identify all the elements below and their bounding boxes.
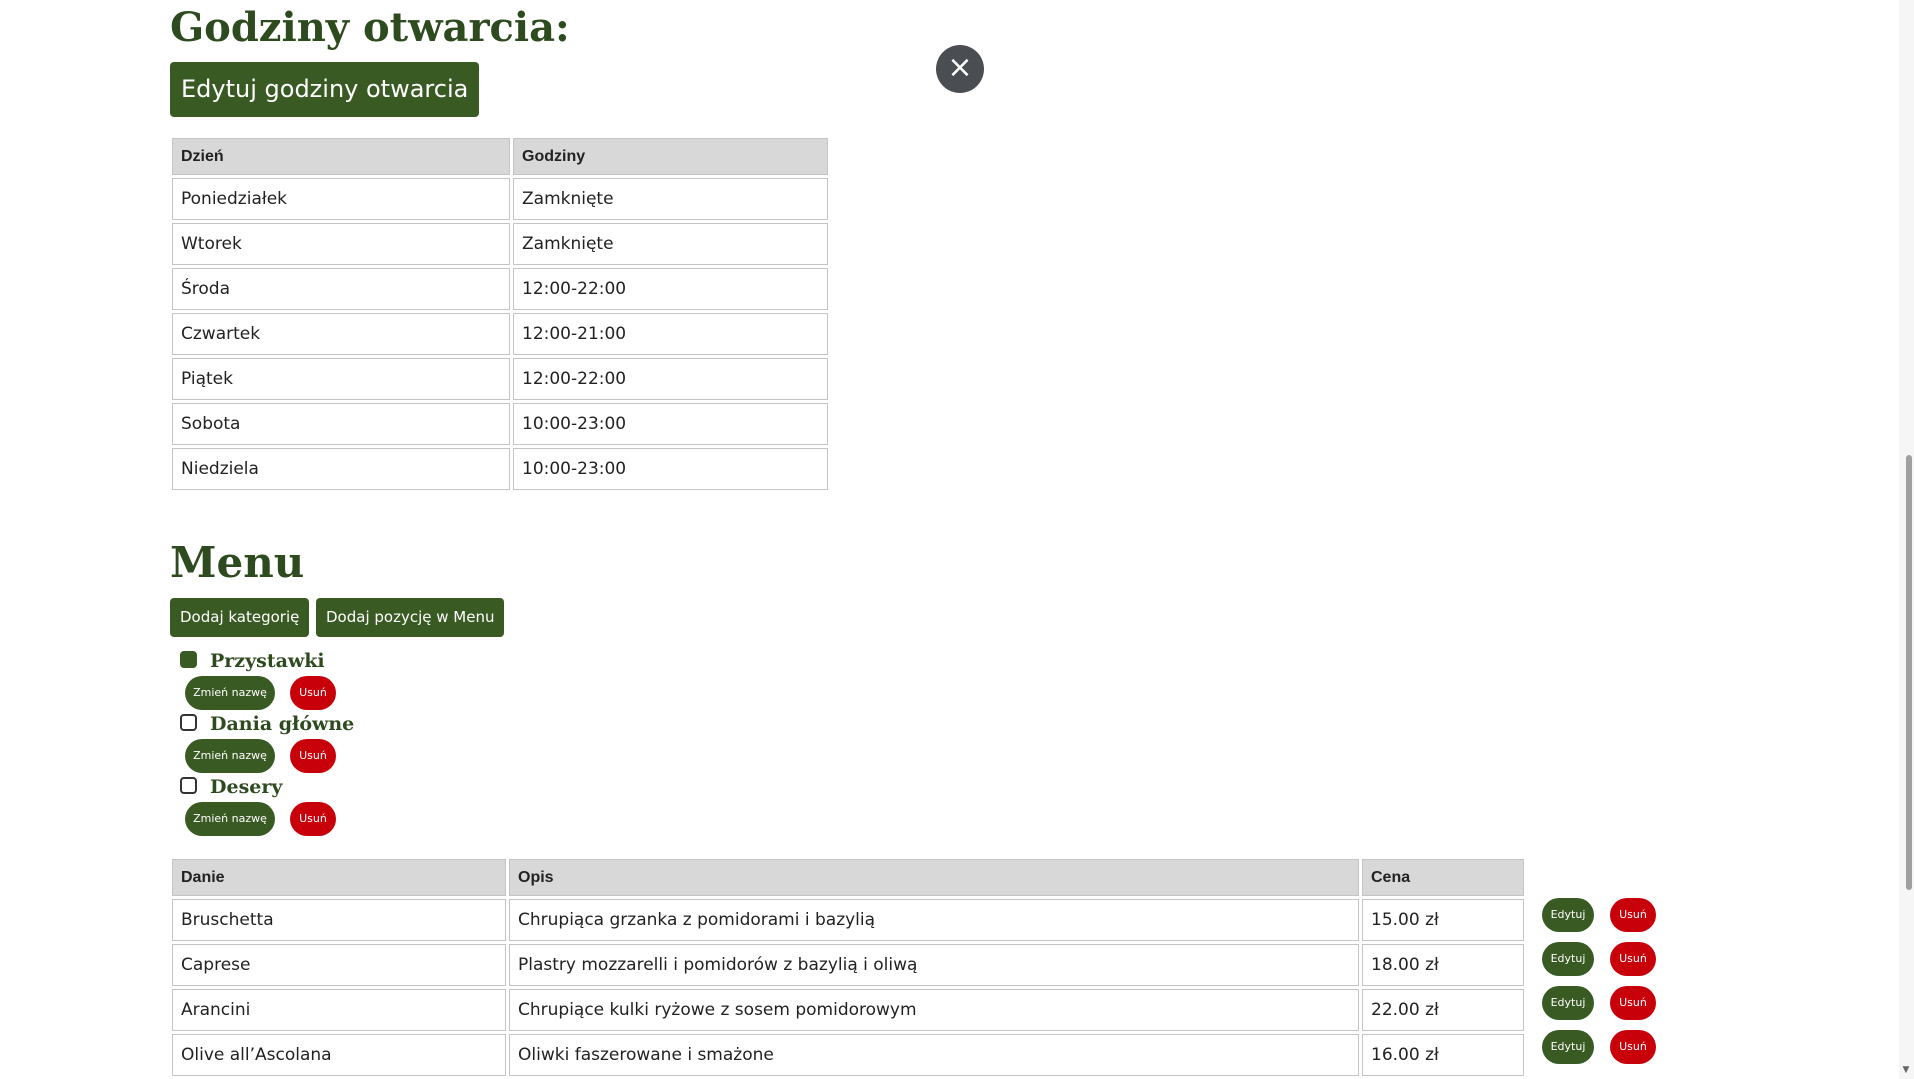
- delete-item-button[interactable]: Usuń: [1610, 1030, 1656, 1064]
- scroll-down-arrow-icon[interactable]: ▼: [1901, 1065, 1911, 1075]
- hours-cell: 10:00-23:00: [513, 403, 828, 445]
- category-checkbox[interactable]: [180, 651, 197, 668]
- hours-cell: Zamknięte: [513, 223, 828, 265]
- dish-desc-cell: Chrupiące kulki ryżowe z sosem pomidorow…: [509, 989, 1359, 1031]
- close-button[interactable]: ×: [936, 45, 984, 93]
- table-row: Bruschetta Chrupiąca grzanka z pomidorami…: [172, 899, 1524, 941]
- dish-name-cell: Bruschetta: [172, 899, 506, 941]
- edit-item-button[interactable]: Edytuj: [1542, 986, 1594, 1020]
- dish-price-cell: 18.00 zł: [1362, 944, 1524, 986]
- dish-price-cell: 22.00 zł: [1362, 989, 1524, 1031]
- day-cell: Niedziela: [172, 448, 510, 490]
- rename-category-button[interactable]: Zmień nazwę: [185, 802, 275, 836]
- menu-title: Menu: [170, 538, 305, 587]
- day-cell: Poniedziałek: [172, 178, 510, 220]
- hours-row: Poniedziałek Zamknięte: [172, 178, 828, 220]
- rename-category-button[interactable]: Zmień nazwę: [185, 739, 275, 773]
- table-row: Arancini Chrupiące kulki ryżowe z sosem p…: [172, 989, 1524, 1031]
- category-checkbox[interactable]: [180, 714, 197, 731]
- add-category-button[interactable]: Dodaj kategorię: [170, 598, 310, 637]
- add-menu-item-button[interactable]: Dodaj pozycję w Menu: [316, 598, 505, 637]
- close-icon: ×: [947, 50, 973, 85]
- dish-desc-cell: Oliwki faszerowane i smażone: [509, 1034, 1359, 1076]
- dish-desc-cell: Chrupiąca grzanka z pomidorami i bazylią: [509, 899, 1359, 941]
- day-cell: Czwartek: [172, 313, 510, 355]
- hours-row: Piątek 12:00-22:00: [172, 358, 828, 400]
- category-label: Dania główne: [210, 713, 355, 735]
- dish-price-cell: 15.00 zł: [1362, 899, 1524, 941]
- hours-title: Godziny otwarcia:: [170, 4, 570, 51]
- edit-item-button[interactable]: Edytuj: [1542, 1030, 1594, 1064]
- category-checkbox[interactable]: [180, 777, 197, 794]
- rename-category-button[interactable]: Zmień nazwę: [185, 676, 275, 710]
- menu-header-price: Cena: [1362, 859, 1524, 896]
- edit-item-button[interactable]: Edytuj: [1542, 942, 1594, 976]
- day-cell: Wtorek: [172, 223, 510, 265]
- scrollbar-thumb[interactable]: [1906, 455, 1912, 890]
- delete-item-button[interactable]: Usuń: [1610, 986, 1656, 1020]
- hours-row: Sobota 10:00-23:00: [172, 403, 828, 445]
- hours-cell: 12:00-22:00: [513, 358, 828, 400]
- delete-category-button[interactable]: Usuń: [290, 739, 336, 773]
- day-cell: Środa: [172, 268, 510, 310]
- edit-hours-button[interactable]: Edytuj godziny otwarcia: [170, 62, 480, 117]
- dish-name-cell: Arancini: [172, 989, 506, 1031]
- menu-items-table: Danie Opis Cena Bruschetta Chrupiąca grza…: [169, 856, 1527, 1079]
- hours-row: Środa 12:00-22:00: [172, 268, 828, 310]
- table-row: Caprese Plastry mozzarelli i pomidorów z …: [172, 944, 1524, 986]
- hours-cell: Zamknięte: [513, 178, 828, 220]
- menu-header-dish: Danie: [172, 859, 506, 896]
- hours-cell: 12:00-21:00: [513, 313, 828, 355]
- hours-header-day: Dzień: [172, 138, 510, 175]
- table-row: Olive all’Ascolana Oliwki faszerowane i s…: [172, 1034, 1524, 1076]
- dish-name-cell: Caprese: [172, 944, 506, 986]
- category-label: Desery: [210, 776, 283, 798]
- vertical-scrollbar[interactable]: ▼: [1899, 0, 1914, 1079]
- delete-category-button[interactable]: Usuń: [290, 676, 336, 710]
- hours-row: Niedziela 10:00-23:00: [172, 448, 828, 490]
- hours-cell: 10:00-23:00: [513, 448, 828, 490]
- hours-row: Wtorek Zamknięte: [172, 223, 828, 265]
- hours-header-hours: Godziny: [513, 138, 828, 175]
- dish-price-cell: 16.00 zł: [1362, 1034, 1524, 1076]
- day-cell: Piątek: [172, 358, 510, 400]
- delete-item-button[interactable]: Usuń: [1610, 898, 1656, 932]
- delete-category-button[interactable]: Usuń: [290, 802, 336, 836]
- category-label: Przystawki: [210, 650, 325, 672]
- dish-desc-cell: Plastry mozzarelli i pomidorów z bazylią…: [509, 944, 1359, 986]
- hours-row: Czwartek 12:00-21:00: [172, 313, 828, 355]
- hours-cell: 12:00-22:00: [513, 268, 828, 310]
- edit-item-button[interactable]: Edytuj: [1542, 898, 1594, 932]
- dish-name-cell: Olive all’Ascolana: [172, 1034, 506, 1076]
- delete-item-button[interactable]: Usuń: [1610, 942, 1656, 976]
- day-cell: Sobota: [172, 403, 510, 445]
- menu-header-desc: Opis: [509, 859, 1359, 896]
- hours-table: Dzień Godziny Poniedziałek Zamknięte Wtor…: [169, 135, 831, 493]
